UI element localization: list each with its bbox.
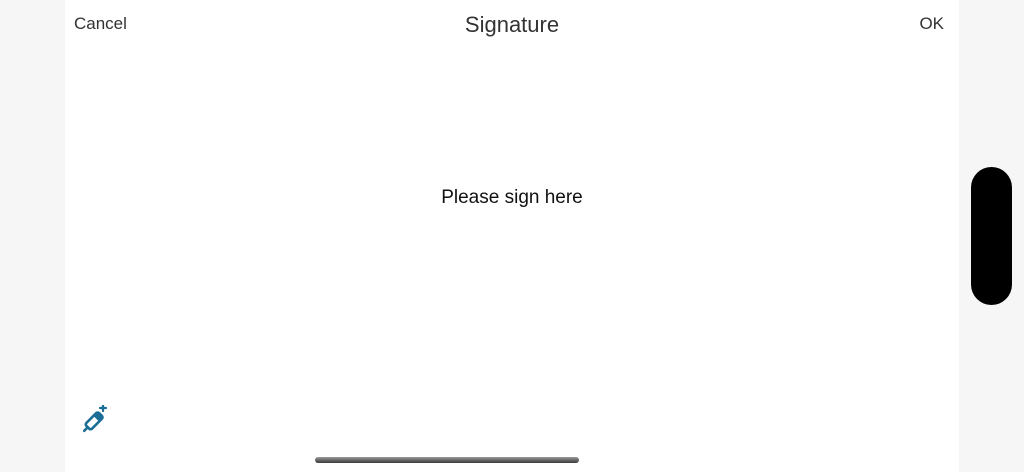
signature-screen: Cancel Signature OK Please sign here [0,0,1024,472]
pen-tool-button[interactable] [78,403,110,437]
side-drag-handle[interactable] [971,167,1012,305]
sign-prompt: Please sign here [441,187,583,208]
signature-panel: Cancel Signature OK Please sign here [65,0,959,472]
signature-canvas[interactable] [65,50,959,390]
page-title: Signature [464,12,560,37]
home-indicator [315,457,579,463]
pen-icon [82,403,108,433]
ok-button[interactable]: OK [919,14,944,34]
